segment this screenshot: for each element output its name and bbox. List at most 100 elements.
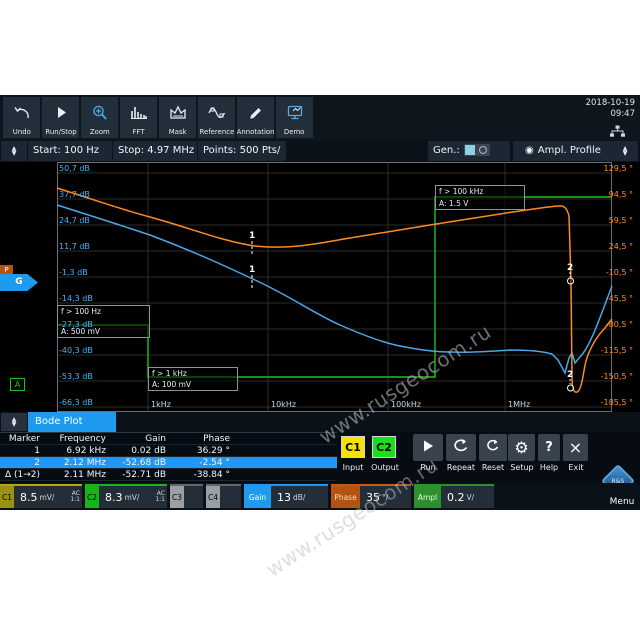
annotation-label: Annotation	[237, 127, 275, 135]
ampl-profile-button[interactable]: ◉ Ampl. Profile	[513, 141, 613, 161]
mask-label: Mask	[169, 127, 187, 135]
profile-spinner[interactable]: ▲▼	[612, 141, 638, 161]
stop-frequency-field[interactable]: Stop: 4.97 MHz	[113, 141, 197, 161]
plot-border	[58, 163, 612, 412]
reset-icon	[486, 438, 500, 457]
table-row[interactable]: 1 6.92 kHz 0.02 dB 36.29 °	[0, 445, 337, 457]
undo-icon	[12, 105, 32, 127]
c1-scale-unit: mV/	[40, 493, 55, 502]
c2-coupling: AC1:1	[155, 491, 165, 503]
phase-axis-label: -115,5 °	[577, 346, 633, 355]
annotation-button[interactable]: Annotation	[237, 97, 274, 138]
table-row-selected[interactable]: 2 2.12 MHz -52.68 dB -2.54 °	[0, 457, 337, 469]
channel-c3-cell[interactable]: C3	[170, 484, 203, 508]
gain-axis-label: 24,7 dB	[59, 216, 90, 225]
profile-annotation-3: f > 100 kHz A: 1.5 V	[435, 185, 525, 210]
phase-axis-label: -45,5 °	[577, 294, 633, 303]
phase-axis-label: -185,5 °	[577, 398, 633, 407]
c2-output-button[interactable]: C2	[372, 436, 396, 458]
menu-button[interactable]: Menu	[604, 497, 640, 507]
svg-text:1: 1	[249, 265, 255, 275]
frequency-axis-label: 10kHz	[271, 400, 296, 409]
gain-label: Gain	[244, 486, 271, 508]
amplitude-axis-marker[interactable]: A	[10, 378, 25, 391]
run-stop-label: Run/Stop	[45, 127, 76, 135]
mask-icon	[168, 105, 188, 127]
phase-axis-label: 94,5 °	[577, 190, 633, 199]
reference-button[interactable]: Reference	[198, 97, 235, 138]
demo-button[interactable]: Demo	[276, 97, 313, 138]
date-text: 2018-10-19	[586, 98, 635, 109]
plot-canvas: 1 1 2 2	[0, 162, 640, 412]
gain-axis-label: 37,7 dB	[59, 190, 90, 199]
datetime-display: 2018-10-19 09:47	[586, 98, 635, 119]
gear-icon: ⚙	[514, 438, 528, 457]
phase-axis-label: 59,5 °	[577, 216, 633, 225]
gen-toggle[interactable]	[464, 144, 490, 156]
c1-input-button[interactable]: C1	[341, 436, 365, 458]
gain-scale-cell[interactable]: Gain 13 dB/	[244, 484, 328, 508]
start-frequency-field[interactable]: Start: 100 Hz	[28, 141, 112, 161]
gain-axis-label: -66,3 dB	[59, 398, 93, 407]
gen-toggle-cell[interactable]: Gen.:	[428, 141, 510, 161]
zoom-label: Zoom	[90, 127, 110, 135]
svg-text:1: 1	[249, 231, 255, 241]
tab-spinner[interactable]: ▲▼	[1, 413, 27, 431]
pencil-icon	[246, 105, 266, 127]
channel-c2-cell[interactable]: C2 8.3 mV/ AC1:1	[85, 484, 167, 508]
help-button[interactable]: ?	[538, 434, 560, 461]
marker-table-header: Marker Frequency Gain Phase	[0, 433, 337, 445]
reference-label: Reference	[199, 127, 234, 135]
gain-scale-value: 13	[277, 491, 291, 504]
ampl-profile-label: Ampl. Profile	[538, 145, 601, 156]
profile-gear-icon: ◉	[525, 145, 534, 156]
c2-scale-value: 8.3	[105, 491, 123, 504]
content-row: Marker Frequency Gain Phase 1 6.92 kHz 0…	[0, 432, 640, 483]
tab-bode-plot[interactable]: Bode Plot	[28, 412, 116, 432]
undo-button[interactable]: Undo	[3, 97, 40, 138]
svg-text:2: 2	[567, 263, 573, 273]
demo-label: Demo	[284, 127, 305, 135]
c2-scale-unit: mV/	[125, 493, 140, 502]
settings-bar: ▲▼ Start: 100 Hz Stop: 4.97 MHz Points: …	[0, 140, 640, 162]
channel-bar: C1 8.5 mV/ AC1:1 C2 8.3 mV/ AC1:1 C3 C4 …	[0, 483, 640, 510]
phase-trace	[57, 188, 612, 392]
toolbar: Undo Run/Stop Zoom FFT Mask Reference	[0, 95, 640, 140]
ampl-scale-unit: V/	[467, 493, 475, 502]
reset-button[interactable]	[479, 434, 507, 461]
marker-table: Marker Frequency Gain Phase 1 6.92 kHz 0…	[0, 432, 337, 481]
fft-button[interactable]: FFT	[120, 97, 157, 138]
run-stop-button[interactable]: Run/Stop	[42, 97, 79, 138]
channel-c1-cell[interactable]: C1 8.5 mV/ AC1:1	[0, 484, 82, 508]
grid	[57, 162, 612, 412]
frequency-axis-label: 1kHz	[151, 400, 171, 409]
repeat-button[interactable]	[446, 434, 476, 461]
profile-annotation-2: f > 1 kHz A: 100 mV	[148, 367, 238, 391]
zoom-button[interactable]: Zoom	[81, 97, 118, 138]
marker-2-phase[interactable]: 2	[567, 263, 574, 284]
setup-button[interactable]: ⚙	[508, 434, 535, 461]
c4-channel-label: C4	[206, 486, 220, 508]
c2-output-label: Output	[366, 463, 404, 472]
points-field[interactable]: Points: 500 Pts/	[198, 141, 286, 161]
gain-axis-label: -40,3 dB	[59, 346, 93, 355]
frequency-axis-label: 1MHz	[508, 400, 530, 409]
sweep-spinner[interactable]: ▲▼	[1, 141, 27, 161]
repeat-icon	[452, 438, 470, 457]
bode-plot-area[interactable]: 1 1 2 2 f > 100 Hz A: 500 mV f > 1	[0, 162, 640, 412]
gain-axis-label: 11,7 dB	[59, 242, 90, 251]
play-icon	[51, 105, 71, 127]
undo-label: Undo	[12, 127, 30, 135]
channel-c4-cell[interactable]: C4	[206, 484, 241, 508]
gain-axis-label: -14,3 dB	[59, 294, 93, 303]
ampl-label: Ampl	[414, 486, 441, 508]
mask-button[interactable]: Mask	[159, 97, 196, 138]
exit-button[interactable]: ×	[563, 434, 588, 461]
ampl-scale-cell[interactable]: Ampl 0.2 V/	[414, 484, 494, 508]
monitor-icon	[285, 105, 305, 127]
phase-axis-label: 24,5 °	[577, 242, 633, 251]
fft-icon	[129, 105, 149, 127]
oscilloscope-screen: Undo Run/Stop Zoom FFT Mask Reference	[0, 95, 640, 510]
question-icon: ?	[545, 440, 553, 455]
table-row-delta[interactable]: Δ (1→2) 2.11 MHz -52.71 dB -38.84 °	[0, 469, 337, 481]
